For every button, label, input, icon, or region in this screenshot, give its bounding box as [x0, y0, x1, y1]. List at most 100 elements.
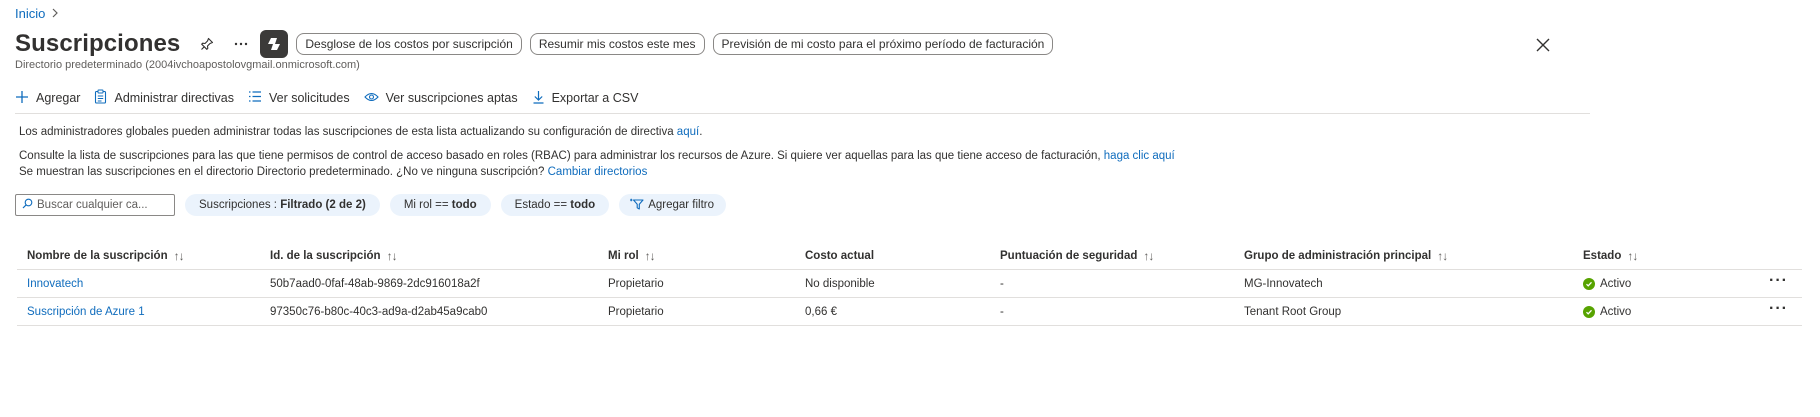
table-row: Innovatech 50b7aad0-0faf-48ab-9869-2dc91…: [17, 270, 1802, 298]
directory-info-label: Se muestran las suscripciones en el dire…: [19, 166, 548, 178]
command-bar: Agregar Administrar directivas Ver solic…: [15, 88, 652, 108]
subscription-id: 97350c76-b80c-40c3-ad9a-d2ab45a9cab0: [270, 306, 488, 318]
subscription-management-group: Tenant Root Group: [1244, 306, 1342, 318]
search-icon: [22, 196, 33, 214]
close-icon[interactable]: [1534, 36, 1552, 54]
row-more-actions-icon[interactable]: ···: [1769, 301, 1788, 317]
column-header-management-group[interactable]: Grupo de administración principal ↑↓: [1244, 242, 1448, 270]
change-directories-link[interactable]: Cambiar directorios: [548, 166, 648, 178]
subscription-status: Activo: [1583, 270, 1631, 298]
export-csv-label: Exportar a CSV: [551, 91, 639, 105]
directory-info-text: Se muestran las suscripciones en el dire…: [19, 166, 647, 178]
subscription-name-link[interactable]: Innovatech: [27, 278, 83, 290]
column-header-name[interactable]: Nombre de la suscripción ↑↓: [27, 242, 185, 270]
subscription-management-group: MG-Innovatech: [1244, 278, 1323, 290]
column-header-name-label: Nombre de la suscripción: [27, 250, 168, 262]
add-button[interactable]: Agregar: [15, 90, 80, 107]
table-row: Suscripción de Azure 1 97350c76-b80c-40c…: [17, 298, 1802, 326]
directory-subtitle: Directorio predeterminado (2004ivchoapos…: [15, 59, 360, 71]
subscriptions-page: Inicio Suscripciones Desglose de los cos…: [0, 0, 1820, 417]
rbac-info-label: Consulte la lista de suscripciones para …: [19, 150, 1104, 162]
view-requests-label: Ver solicitudes: [268, 91, 350, 105]
row-more-actions-icon[interactable]: ···: [1769, 273, 1788, 289]
column-header-role[interactable]: Mi rol ↑↓: [608, 242, 656, 270]
role-filter-value: todo: [451, 199, 477, 211]
download-icon: [532, 90, 545, 107]
subscriptions-filter-label: Suscripciones :: [199, 199, 281, 211]
column-header-cost-label: Costo actual: [805, 250, 875, 262]
subscription-name-link[interactable]: Suscripción de Azure 1: [27, 306, 145, 318]
manage-policies-button[interactable]: Administrar directivas: [94, 89, 234, 107]
sort-icon: ↑↓: [173, 249, 185, 263]
sort-icon: ↑↓: [1437, 249, 1448, 263]
checkmark-circle-icon: [1583, 306, 1595, 318]
prompt-summarize-costs-button[interactable]: Resumir mis costos este mes: [529, 33, 705, 55]
add-filter-icon: [629, 197, 644, 213]
policy-info-label: Los administradores globales pueden admi…: [19, 126, 677, 138]
page-title: Suscripciones: [15, 30, 181, 57]
prompt-cost-breakdown-button[interactable]: Desglose de los costos por suscripción: [296, 33, 522, 55]
column-header-group-label: Grupo de administración principal: [1244, 250, 1432, 262]
pin-icon[interactable]: [194, 31, 220, 57]
role-filter-chip[interactable]: Mi rol == todo: [389, 194, 491, 216]
checkmark-circle-icon: [1583, 278, 1595, 290]
subscriptions-filter-chip[interactable]: Suscripciones : Filtrado (2 de 2): [185, 194, 380, 216]
view-eligible-label: Ver suscripciones aptas: [385, 91, 518, 105]
subscription-cost: 0,66 €: [805, 306, 837, 318]
state-filter-chip[interactable]: Estado == todo: [500, 194, 610, 216]
list-icon: [248, 90, 262, 106]
state-filter-label: Estado ==: [514, 199, 571, 211]
chevron-right-icon: [51, 7, 59, 21]
subscription-id: 50b7aad0-0faf-48ab-9869-2dc916018a2f: [270, 278, 480, 290]
filter-bar: Suscripciones : Filtrado (2 de 2) Mi rol…: [15, 194, 727, 216]
view-eligible-subscriptions-button[interactable]: Ver suscripciones aptas: [363, 91, 518, 105]
policy-settings-link[interactable]: aquí: [677, 126, 699, 138]
sort-icon: ↑↓: [1143, 249, 1154, 263]
add-filter-button[interactable]: Agregar filtro: [619, 194, 727, 216]
column-header-status[interactable]: Estado ↑↓: [1583, 242, 1638, 270]
status-label: Activo: [1600, 306, 1632, 318]
export-csv-button[interactable]: Exportar a CSV: [532, 90, 639, 107]
column-header-id-label: Id. de la suscripción: [270, 250, 381, 262]
subscriptions-filter-value: Filtrado (2 de 2): [280, 199, 366, 211]
state-filter-value: todo: [570, 199, 596, 211]
subscription-status: Activo: [1583, 298, 1631, 326]
policy-info-end: .: [699, 126, 703, 138]
sort-icon: ↑↓: [644, 249, 656, 263]
sort-icon: ↑↓: [386, 249, 398, 263]
add-button-label: Agregar: [36, 91, 81, 105]
policy-info-text: Los administradores globales pueden admi…: [19, 126, 702, 138]
view-requests-button[interactable]: Ver solicitudes: [248, 90, 350, 106]
subscriptions-table: Nombre de la suscripción ↑↓ Id. de la sus…: [17, 242, 1802, 326]
status-label: Activo: [1600, 278, 1632, 290]
prompt-forecast-cost-button[interactable]: Previsión de mi costo para el próximo pe…: [712, 33, 1054, 55]
rbac-info-text: Consulte la lista de suscripciones para …: [19, 150, 1175, 162]
column-header-status-label: Estado: [1583, 250, 1622, 262]
subscription-security-score: -: [1000, 306, 1004, 318]
column-header-id[interactable]: Id. de la suscripción ↑↓: [270, 242, 398, 270]
table-header: Nombre de la suscripción ↑↓ Id. de la sus…: [17, 242, 1802, 270]
ellipsis-icon[interactable]: [228, 31, 254, 57]
breadcrumb-home-link[interactable]: Inicio: [15, 6, 45, 21]
subscription-role: Propietario: [608, 306, 664, 318]
subscription-role: Propietario: [608, 278, 664, 290]
eye-icon: [363, 91, 379, 105]
search-input[interactable]: [37, 199, 167, 211]
manage-policies-label: Administrar directivas: [114, 91, 234, 105]
billing-access-link[interactable]: haga clic aquí: [1104, 150, 1175, 162]
sort-icon: ↑↓: [1627, 249, 1638, 263]
column-header-score-label: Puntuación de seguridad: [1000, 250, 1138, 262]
column-header-cost: Costo actual: [805, 242, 874, 270]
clipboard-icon: [94, 89, 107, 107]
search-box[interactable]: [15, 194, 175, 216]
subscription-security-score: -: [1000, 278, 1004, 290]
subscription-cost: No disponible: [805, 278, 875, 290]
toolbar-divider: [15, 113, 1590, 114]
column-header-role-label: Mi rol: [608, 250, 639, 262]
add-filter-label: Agregar filtro: [648, 199, 715, 211]
breadcrumb: Inicio: [15, 6, 59, 21]
title-row: Suscripciones Desglose de los costos por…: [15, 28, 1054, 60]
plus-icon: [15, 90, 29, 107]
column-header-security-score[interactable]: Puntuación de seguridad ↑↓: [1000, 242, 1154, 270]
copilot-icon[interactable]: [260, 30, 289, 58]
